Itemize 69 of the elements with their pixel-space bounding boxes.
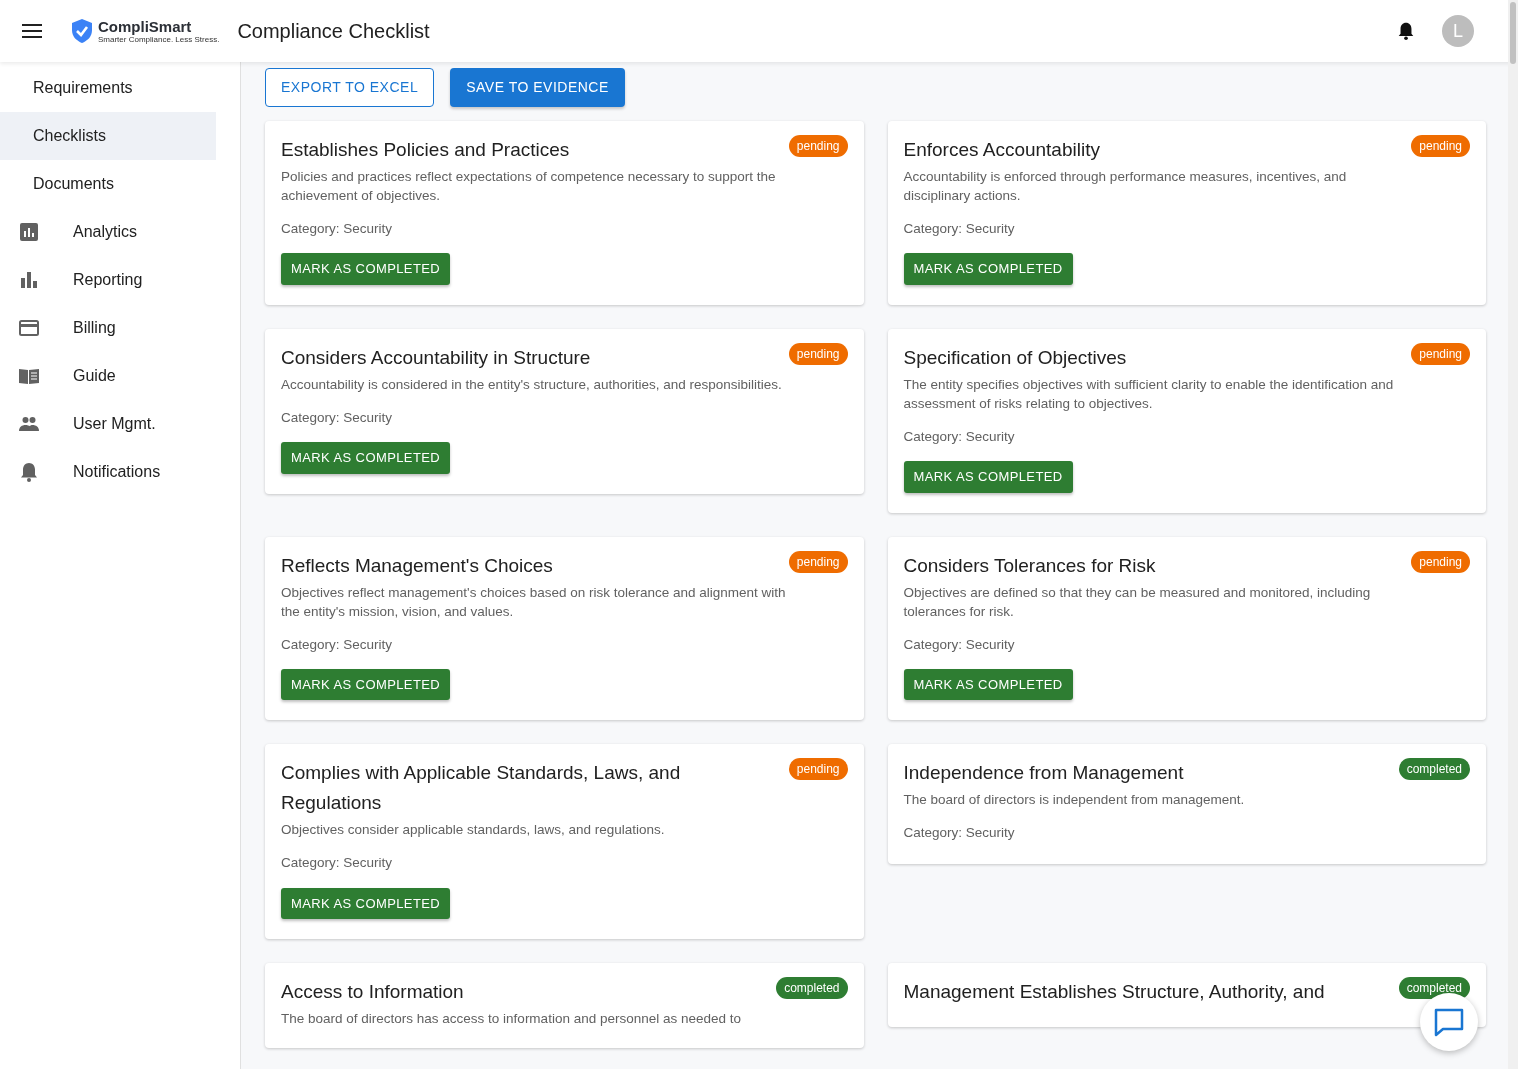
- card-description: Accountability is considered in the entity's structure, authorities, and responsibilities.: [281, 375, 783, 394]
- sidebar-item[interactable]: Analytics: [0, 208, 216, 256]
- category-label: Category: Security: [281, 635, 394, 654]
- category-label: Category: Security: [281, 408, 394, 427]
- bell-icon: [1396, 20, 1416, 42]
- card-title: Establishes Policies and Practices: [281, 138, 571, 162]
- sidebar-item[interactable]: Documents: [0, 160, 216, 208]
- mark-completed-button[interactable]: MARK AS COMPLETED: [903, 253, 1073, 285]
- logo-tagline: Smarter Compliance. Less Stress.: [98, 35, 220, 44]
- category-label: Category: Security: [903, 427, 1016, 446]
- status-badge: pending: [1411, 135, 1470, 157]
- status-badge: completed: [1398, 758, 1470, 781]
- card-title: Considers Tolerances for Risk: [903, 553, 1157, 578]
- export-button[interactable]: EXPORT TO EXCEL: [265, 68, 435, 107]
- sidebar-item[interactable]: Billing: [0, 304, 216, 352]
- sidebar-item[interactable]: Notifications: [0, 448, 216, 496]
- sidebar-item[interactable]: Reporting: [0, 256, 216, 304]
- menu-button[interactable]: [22, 23, 44, 39]
- card-title: Access to Information: [281, 980, 465, 1004]
- mark-completed-button[interactable]: MARK AS COMPLETED: [903, 668, 1073, 701]
- category-label: Category: Security: [281, 220, 394, 238]
- save-button[interactable]: SAVE TO EVIDENCE: [450, 68, 625, 107]
- card-description: Objectives are defined so that they can be measured and monitored, including tolerances for risk.: [903, 583, 1372, 621]
- card-title: Considers Accountability in Structure: [281, 345, 592, 370]
- sidebar-item[interactable]: Guide: [0, 352, 216, 400]
- status-badge: pending: [788, 550, 848, 573]
- status-badge: pending: [788, 135, 848, 157]
- mark-completed-button[interactable]: MARK AS COMPLETED: [281, 442, 451, 474]
- logo-name: CompliSmart: [98, 18, 193, 34]
- card-title: Independence from Management: [903, 761, 1185, 786]
- chart-icon: [18, 221, 40, 243]
- category-label: Category: Security: [903, 635, 1016, 654]
- mark-completed-button[interactable]: MARK AS COMPLETED: [281, 668, 451, 701]
- shield-check-icon: [70, 18, 94, 44]
- card-description: The board of directors has access to information and personnel as needed to: [281, 1010, 743, 1028]
- status-badge: pending: [1411, 342, 1470, 365]
- category-label: Category: Security: [903, 824, 1016, 843]
- card-title: Reflects Management's Choices: [281, 553, 554, 578]
- scrollbar-thumb[interactable]: [1510, 2, 1516, 64]
- card-title: Specification of Objectives: [903, 345, 1128, 370]
- mark-completed-button[interactable]: MARK AS COMPLETED: [281, 253, 451, 285]
- credit-card-icon: [18, 317, 40, 339]
- card-description: Objectives consider applicable standards, laws, and regulations.: [281, 821, 666, 840]
- sidebar-item[interactable]: User Mgmt.: [0, 400, 216, 448]
- card-description: The entity specifies objectives with sufficient clarity to enable the identification and assessment of risks relating to objectives.: [903, 375, 1395, 413]
- page-title: Compliance Checklist: [237, 19, 430, 44]
- card-title: Complies with Applicable Standards, Laws, and Regulations: [281, 761, 682, 816]
- chat-bubble-icon: [1433, 1007, 1465, 1037]
- menu-icon: [22, 23, 44, 39]
- sidebar-item[interactable]: Requirements: [0, 64, 216, 112]
- mark-completed-button[interactable]: MARK AS COMPLETED: [281, 887, 451, 919]
- card-description: Policies and practices reflect expectations of competence necessary to support the achievement of objectives.: [281, 168, 777, 205]
- category-label: Category: Security: [903, 220, 1016, 238]
- bar-chart-icon: [18, 269, 40, 291]
- card-description: The board of directors is independent from management.: [903, 791, 1246, 810]
- bell-icon: [18, 461, 40, 483]
- card-title: Management Establishes Structure, Authority, and: [903, 980, 1326, 1004]
- notifications-button[interactable]: [1396, 20, 1416, 42]
- category-label: Category: Security: [281, 854, 394, 873]
- mark-completed-button[interactable]: MARK AS COMPLETED: [903, 461, 1073, 493]
- card-title: Enforces Accountability: [903, 138, 1101, 162]
- status-badge: completed: [776, 977, 848, 999]
- status-badge: pending: [1411, 550, 1470, 573]
- status-badge: completed: [1398, 977, 1470, 999]
- card-description: Objectives reflect management's choices based on risk tolerance and alignment with the entity's mission, vision, and values.: [281, 583, 787, 621]
- sidebar-item[interactable]: Checklists: [0, 112, 216, 160]
- status-badge: pending: [788, 758, 848, 781]
- card-description: Accountability is enforced through performance measures, incentives, and disciplinary actions.: [903, 168, 1348, 205]
- status-badge: pending: [788, 342, 848, 365]
